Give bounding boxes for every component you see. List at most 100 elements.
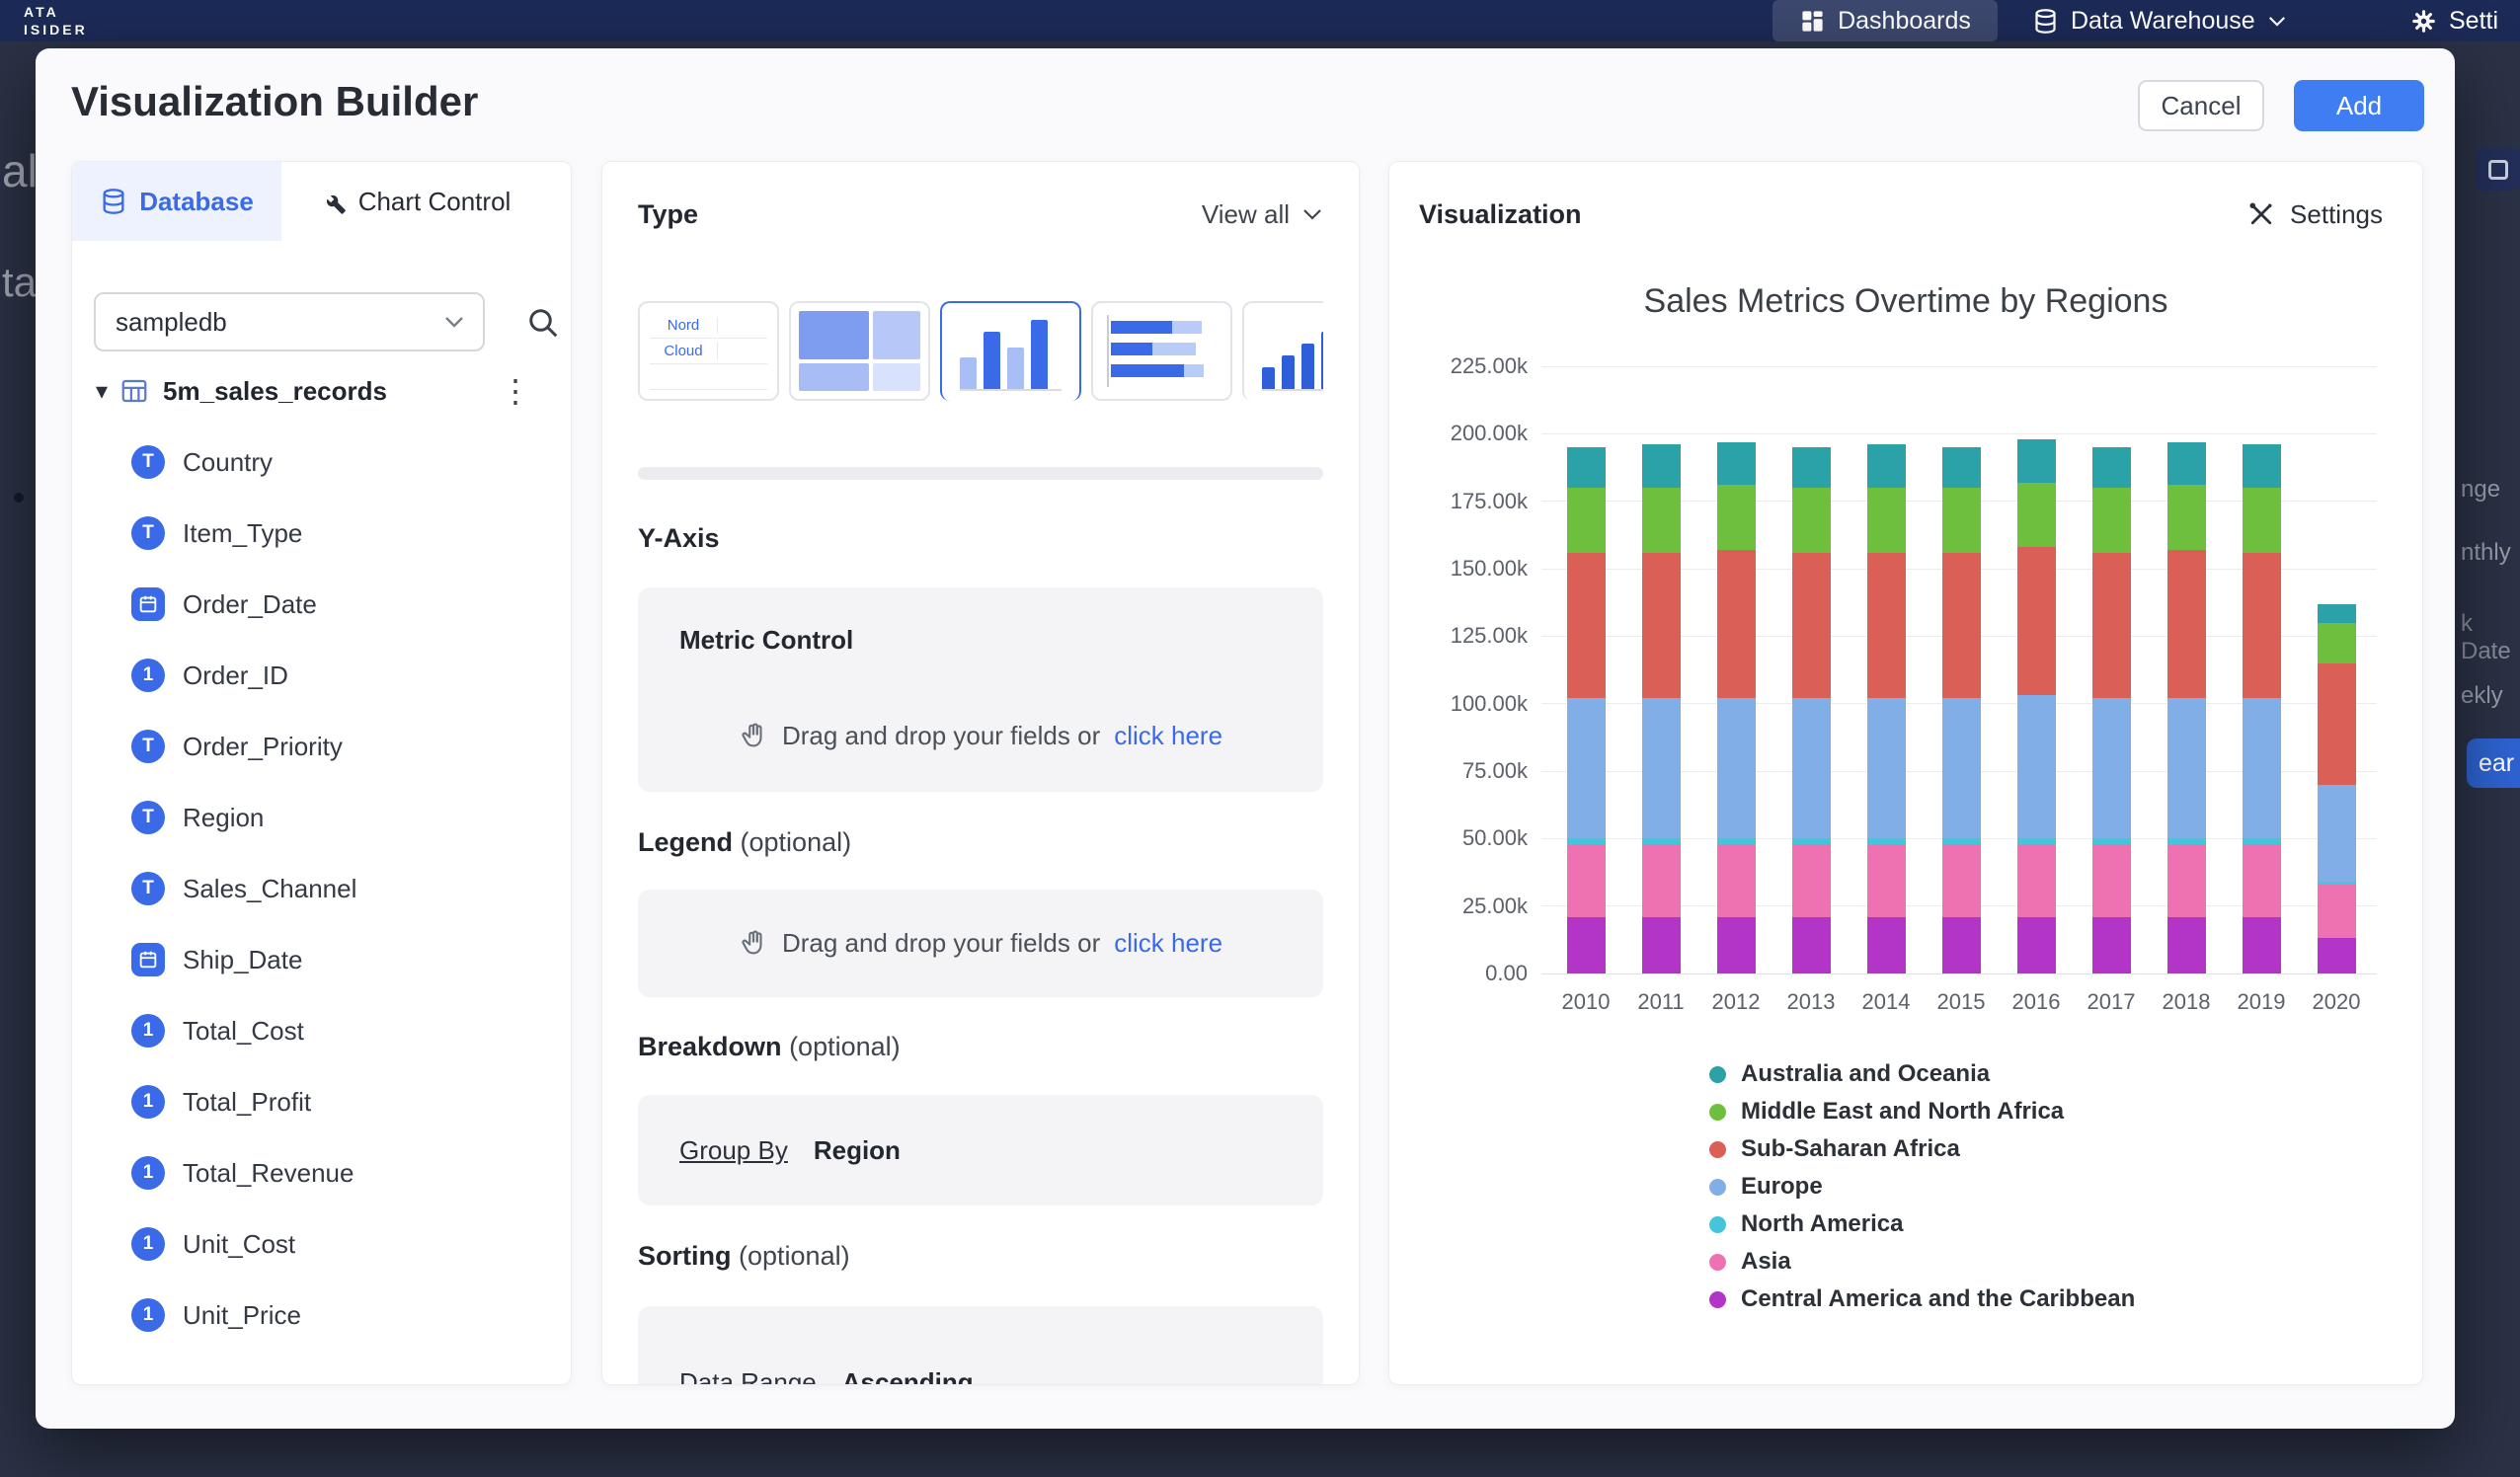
chevron-down-icon xyxy=(1301,207,1323,221)
bar-2013[interactable] xyxy=(1792,447,1831,973)
nav-dashboards[interactable]: Dashboards xyxy=(1772,0,1998,41)
bar-2019[interactable] xyxy=(2243,444,2281,973)
bar-segment xyxy=(2167,550,2206,698)
bar-segment xyxy=(2318,623,2356,663)
chart-type-table[interactable]: Nord Cloud xyxy=(638,301,779,401)
field-item-item_type[interactable]: TItem_Type xyxy=(72,498,571,569)
legend-item[interactable]: Middle East and North Africa xyxy=(1709,1093,2135,1130)
chart-type-column-selected[interactable] xyxy=(940,301,1081,401)
field-item-total_cost[interactable]: 1Total_Cost xyxy=(72,995,571,1066)
click-here-link[interactable]: click here xyxy=(1114,721,1222,751)
y-tick-label: 125.00k xyxy=(1405,623,1528,649)
bar-segment xyxy=(2167,844,2206,917)
chevron-down-icon xyxy=(443,315,465,329)
background-save-icon xyxy=(2476,147,2520,192)
drag-hand-icon xyxy=(739,929,768,959)
bar-segment xyxy=(2092,698,2131,838)
y-tick-label: 50.00k xyxy=(1405,825,1528,851)
treemap-block xyxy=(799,363,869,391)
breakdown-dropzone[interactable]: Group By Region xyxy=(638,1095,1323,1205)
nav-data-warehouse[interactable]: Data Warehouse xyxy=(2032,0,2287,41)
y-tick-label: 150.00k xyxy=(1405,556,1528,582)
search-icon[interactable] xyxy=(524,304,560,340)
bar-segment xyxy=(1792,447,1831,488)
chart-type-horizontal-bar[interactable] xyxy=(1091,301,1232,401)
legend-item[interactable]: Asia xyxy=(1709,1243,2135,1281)
legend-heading: Legend (optional) xyxy=(638,827,1323,857)
bar-2014[interactable] xyxy=(1867,444,1906,973)
field-item-country[interactable]: TCountry xyxy=(72,427,571,498)
field-item-order_id[interactable]: 1Order_ID xyxy=(72,640,571,711)
metric-control-dropzone[interactable]: Metric Control Drag and drop your fields… xyxy=(638,587,1323,792)
legend-item[interactable]: Central America and the Caribbean xyxy=(1709,1281,2135,1318)
field-item-order_date[interactable]: Order_Date xyxy=(72,569,571,640)
kebab-menu-icon[interactable]: ⋮ xyxy=(500,375,531,407)
field-item-order_priority[interactable]: TOrder_Priority xyxy=(72,711,571,782)
view-all-button[interactable]: View all xyxy=(1202,199,1323,230)
sorting-field-link[interactable]: Data Range xyxy=(679,1367,817,1385)
bar-2012[interactable] xyxy=(1717,442,1756,973)
column-chart-icon xyxy=(960,317,1062,391)
bar-2020[interactable] xyxy=(2318,604,2356,973)
field-item-total_revenue[interactable]: 1Total_Revenue xyxy=(72,1137,571,1208)
tab-database-label: Database xyxy=(139,187,254,217)
drag-hand-icon xyxy=(739,722,768,751)
legend-item[interactable]: Europe xyxy=(1709,1168,2135,1205)
field-item-unit_price[interactable]: 1Unit_Price xyxy=(72,1280,571,1351)
nav-data-warehouse-label: Data Warehouse xyxy=(2071,7,2255,36)
field-item-ship_date[interactable]: Ship_Date xyxy=(72,924,571,995)
bar-2016[interactable] xyxy=(2017,439,2056,973)
group-by-link[interactable]: Group By xyxy=(679,1135,788,1166)
stacked-bar-chart: 2010201120122013201420152016201720182019… xyxy=(1541,366,2377,973)
legend-item[interactable]: Australia and Oceania xyxy=(1709,1055,2135,1093)
legend-label: North America xyxy=(1741,1210,1903,1238)
chart-type-column-2[interactable] xyxy=(1242,301,1323,401)
bar-2017[interactable] xyxy=(2092,447,2131,973)
horizontal-bar-chart-icon xyxy=(1107,315,1219,387)
page-title: Visualization Builder xyxy=(71,78,478,125)
x-tick-label: 2011 xyxy=(1623,989,1698,1015)
field-item-total_profit[interactable]: 1Total_Profit xyxy=(72,1066,571,1137)
table-tree-item[interactable]: ▾ 5m_sales_records ⋮ xyxy=(72,369,571,413)
tab-chart-control[interactable]: Chart Control xyxy=(281,162,548,241)
field-item-unit_cost[interactable]: 1Unit_Cost xyxy=(72,1208,571,1280)
bar-segment xyxy=(1567,698,1606,838)
legend-dropzone[interactable]: Drag and drop your fields or click here xyxy=(638,890,1323,997)
x-tick-label: 2014 xyxy=(1849,989,1924,1015)
bar-segment xyxy=(1942,698,1981,838)
field-item-sales_channel[interactable]: TSales_Channel xyxy=(72,853,571,924)
bar-segment xyxy=(2318,663,2356,785)
thumbs-scrollbar[interactable] xyxy=(638,467,1323,480)
number-field-icon: 1 xyxy=(131,659,165,692)
collapse-caret-icon[interactable]: ▾ xyxy=(96,377,108,406)
logo-line-1: ATA xyxy=(24,3,88,21)
bar-segment xyxy=(2167,485,2206,550)
cancel-button[interactable]: Cancel xyxy=(2138,80,2264,131)
tab-database[interactable]: Database xyxy=(72,162,281,241)
bar-segment xyxy=(1717,698,1756,838)
add-button[interactable]: Add xyxy=(2294,80,2424,131)
bar-segment xyxy=(2017,844,2056,917)
treemap-block xyxy=(799,311,869,359)
chart-settings-button[interactable]: Settings xyxy=(2246,199,2383,230)
x-tick-label: 2012 xyxy=(1698,989,1773,1015)
bar-2010[interactable] xyxy=(1567,447,1606,973)
x-tick-label: 2013 xyxy=(1773,989,1849,1015)
breakdown-heading: Breakdown (optional) xyxy=(638,1032,1323,1061)
datasource-select[interactable]: sampledb xyxy=(94,292,485,351)
bar-segment xyxy=(1792,488,1831,553)
visualization-panel: Visualization Settings Sales Metrics Ove… xyxy=(1388,161,2423,1385)
sorting-dropzone[interactable]: Data Range Ascending xyxy=(638,1306,1323,1385)
nav-settings[interactable]: Setti xyxy=(2410,0,2498,41)
legend-item[interactable]: North America xyxy=(1709,1205,2135,1243)
bar-2015[interactable] xyxy=(1942,447,1981,973)
click-here-link[interactable]: click here xyxy=(1114,928,1222,959)
bar-2011[interactable] xyxy=(1642,444,1681,973)
bar-2018[interactable] xyxy=(2167,442,2206,973)
legend-dot xyxy=(1709,1104,1726,1121)
chart-type-treemap[interactable] xyxy=(789,301,930,401)
legend-item[interactable]: Sub-Saharan Africa xyxy=(1709,1130,2135,1168)
field-item-region[interactable]: TRegion xyxy=(72,782,571,853)
number-field-icon: 1 xyxy=(131,1156,165,1190)
visualization-header: Visualization Settings xyxy=(1419,190,2383,239)
